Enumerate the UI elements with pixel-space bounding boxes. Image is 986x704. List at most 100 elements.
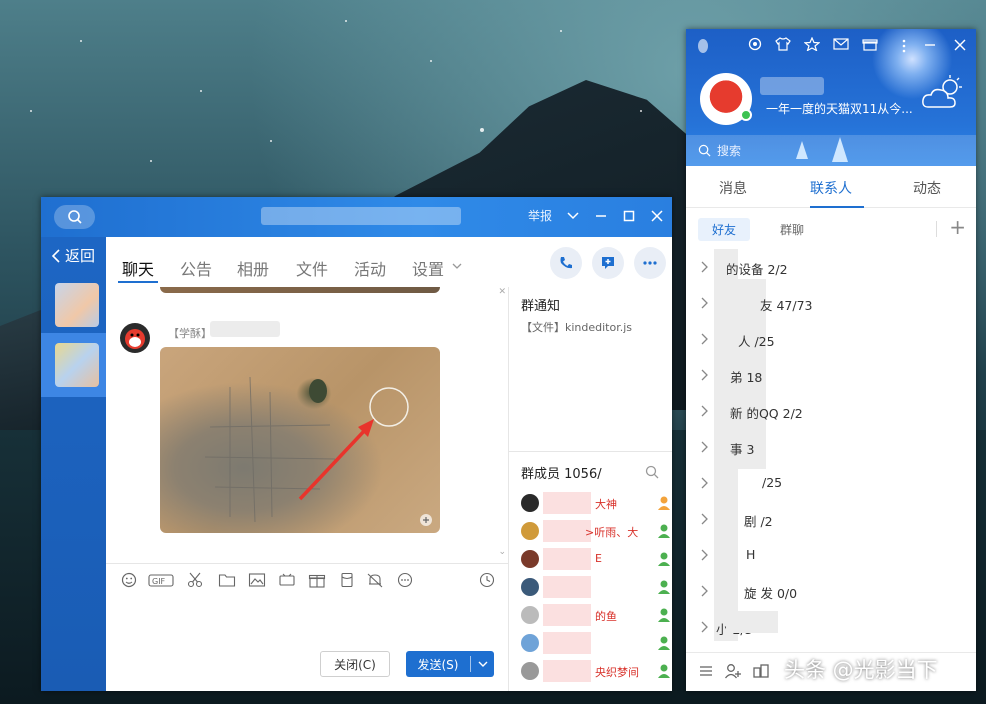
conversation-avatar[interactable] bbox=[55, 283, 99, 327]
friend-group[interactable]: 人 /25 bbox=[686, 321, 976, 357]
tab-events[interactable]: 活动 bbox=[354, 256, 386, 280]
chevron-right-icon bbox=[701, 477, 708, 489]
friend-group-label: /25 bbox=[762, 475, 783, 490]
chevron-right-icon bbox=[701, 297, 708, 309]
online-status-dot[interactable] bbox=[740, 109, 752, 121]
friend-group[interactable]: 弟 18 bbox=[686, 357, 976, 393]
folder-icon[interactable] bbox=[218, 572, 236, 588]
group-chat-window: 举报 返回 聊天 公告 相册 文件 活动 设置 ✕ 【学酥】 ⌄ GIF 关闭(… bbox=[41, 197, 672, 691]
friend-group[interactable]: H bbox=[686, 537, 976, 573]
main-menu-icon[interactable] bbox=[698, 663, 714, 679]
friend-group[interactable]: 的设备 2/2 bbox=[686, 249, 976, 285]
friend-group-label: 事 3 bbox=[730, 442, 755, 457]
member-row[interactable]: 大神 bbox=[521, 492, 671, 514]
emoji-icon[interactable] bbox=[120, 572, 138, 588]
chat-title-redacted bbox=[261, 207, 461, 225]
satellite-image-message[interactable] bbox=[160, 347, 440, 533]
admin-badge-icon bbox=[658, 664, 670, 678]
friend-group[interactable]: 旋 发 0/0 bbox=[686, 573, 976, 609]
avatar bbox=[521, 550, 539, 568]
star bbox=[640, 110, 642, 112]
scissors-icon[interactable] bbox=[186, 572, 204, 588]
member-name-redacted bbox=[543, 520, 591, 542]
minimize-icon[interactable] bbox=[924, 39, 936, 51]
report-link[interactable]: 举报 bbox=[528, 207, 552, 224]
star-badge-icon[interactable] bbox=[804, 37, 820, 51]
member-row[interactable] bbox=[521, 576, 671, 598]
conversation-avatar-active[interactable] bbox=[55, 343, 99, 387]
tab-messages[interactable]: 消息 bbox=[719, 178, 747, 198]
tab-chat[interactable]: 聊天 bbox=[122, 256, 154, 280]
more-tools-icon[interactable] bbox=[396, 572, 414, 588]
gift-icon[interactable] bbox=[308, 572, 326, 588]
weather-cloud-sun-icon[interactable] bbox=[920, 73, 968, 113]
target-icon[interactable] bbox=[748, 37, 762, 51]
chevron-right-icon bbox=[701, 441, 708, 453]
qq-main-tabs: 消息 联系人 动态 bbox=[686, 166, 976, 208]
christmas-tree-icon bbox=[796, 141, 808, 159]
send-button[interactable]: 发送(S) bbox=[406, 651, 494, 677]
notification-bell-icon[interactable] bbox=[366, 572, 384, 588]
member-row[interactable]: 的鱼 bbox=[521, 604, 671, 626]
star bbox=[345, 20, 347, 22]
member-row[interactable]: E bbox=[521, 548, 671, 570]
more-button[interactable] bbox=[634, 247, 666, 279]
close-chat-button[interactable]: 关闭(C) bbox=[320, 651, 390, 677]
add-contact-icon[interactable]: + bbox=[949, 215, 966, 239]
voice-call-button[interactable] bbox=[550, 247, 582, 279]
contact-search-bar[interactable]: 搜索 bbox=[686, 135, 976, 166]
tab-contacts[interactable]: 联系人 bbox=[810, 178, 852, 198]
friend-group[interactable]: 友 47/73 bbox=[686, 285, 976, 321]
friend-group[interactable]: 新 的QQ 2/2 bbox=[686, 393, 976, 429]
friend-group[interactable]: 事 3 bbox=[686, 429, 976, 465]
search-icon[interactable] bbox=[645, 465, 659, 479]
member-row[interactable]: 央织梦间 bbox=[521, 660, 671, 682]
chevron-down-icon[interactable] bbox=[452, 262, 462, 270]
group-notice-body[interactable]: 【文件】kindeditor.js bbox=[521, 319, 632, 335]
gif-icon[interactable]: GIF bbox=[148, 572, 174, 588]
previous-image-message[interactable] bbox=[160, 287, 440, 293]
group-info-panel: 群通知 【文件】kindeditor.js 群成员 1056/ 大神 >听雨、大… bbox=[508, 287, 672, 691]
screen-share-icon[interactable] bbox=[278, 572, 296, 588]
shirt-icon[interactable] bbox=[775, 37, 791, 51]
friend-group-label: 新 的QQ 2/2 bbox=[730, 406, 803, 421]
scroll-down-icon[interactable]: ⌄ bbox=[498, 547, 506, 557]
collapse-icon[interactable]: ✕ bbox=[498, 287, 506, 297]
friend-group[interactable]: 剧 /2 bbox=[686, 501, 976, 537]
send-options-button[interactable] bbox=[471, 660, 494, 668]
add-chat-button[interactable] bbox=[592, 247, 624, 279]
tab-announcement[interactable]: 公告 bbox=[180, 256, 212, 280]
image-icon[interactable] bbox=[248, 572, 266, 588]
tab-moments[interactable]: 动态 bbox=[913, 178, 941, 198]
tab-groups[interactable]: 群聊 bbox=[766, 218, 818, 241]
mail-icon[interactable] bbox=[833, 37, 849, 51]
member-name-redacted bbox=[543, 660, 591, 682]
chevron-down-icon[interactable] bbox=[566, 209, 580, 223]
maximize-icon[interactable] bbox=[622, 209, 636, 223]
minimize-icon[interactable] bbox=[594, 209, 608, 223]
chat-search-button[interactable] bbox=[54, 205, 95, 229]
tab-album[interactable]: 相册 bbox=[237, 256, 269, 280]
tab-files[interactable]: 文件 bbox=[296, 256, 328, 280]
more-icon[interactable] bbox=[902, 39, 906, 53]
close-icon[interactable] bbox=[650, 209, 664, 223]
back-button[interactable]: 返回 bbox=[51, 245, 95, 266]
sender-avatar[interactable] bbox=[120, 323, 150, 353]
message-area[interactable]: ✕ 【学酥】 ⌄ bbox=[106, 287, 508, 562]
add-friend-icon[interactable] bbox=[724, 663, 742, 679]
member-row[interactable]: >听雨、大 bbox=[521, 520, 671, 542]
star bbox=[30, 110, 32, 112]
member-row[interactable] bbox=[521, 632, 671, 654]
friend-group[interactable]: /25 bbox=[686, 465, 976, 501]
gift-box-icon[interactable] bbox=[862, 37, 878, 51]
friend-group-label: 友 47/73 bbox=[760, 298, 813, 313]
message-input[interactable]: 关闭(C) 发送(S) bbox=[106, 595, 508, 691]
signature-text[interactable]: 一年一度的天猫双11从今... bbox=[766, 100, 914, 117]
tab-underline bbox=[810, 206, 864, 208]
app-manager-icon[interactable] bbox=[752, 663, 770, 679]
red-packet-icon[interactable] bbox=[338, 572, 356, 588]
close-icon[interactable] bbox=[954, 39, 966, 51]
tab-settings[interactable]: 设置 bbox=[412, 256, 444, 280]
tab-friends[interactable]: 好友 bbox=[698, 218, 751, 241]
history-clock-icon[interactable] bbox=[478, 572, 496, 588]
